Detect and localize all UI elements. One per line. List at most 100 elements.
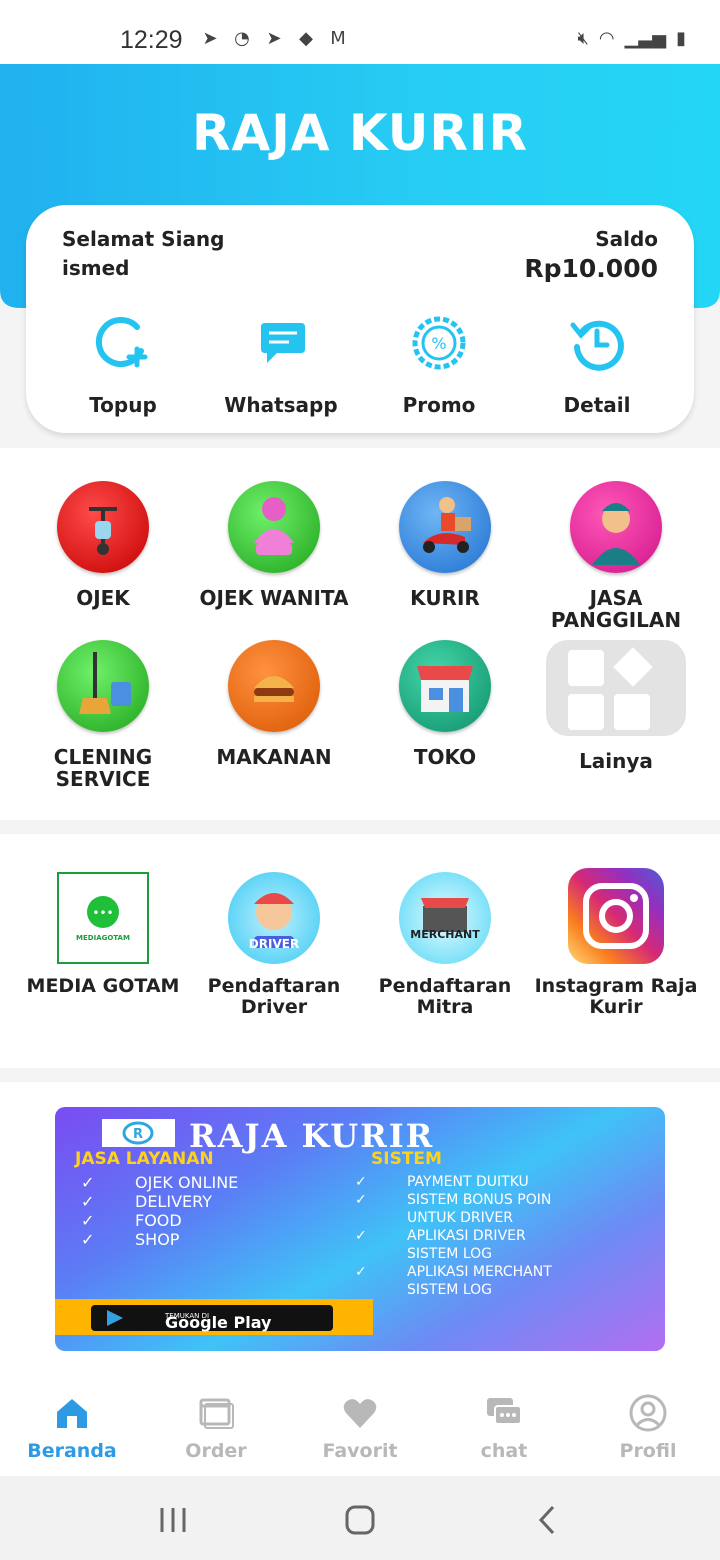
list-item: SISTEM LOG (407, 1246, 492, 1262)
service-makanan[interactable]: MAKANAN (188, 640, 360, 768)
shop-icon (399, 640, 491, 732)
whatsapp-notif-icon: ◔ (234, 28, 250, 49)
list-item: UNTUK DRIVER (407, 1210, 513, 1226)
instagram-icon (568, 868, 664, 964)
link-instagram-label: Instagram Raja Kurir (534, 975, 698, 1018)
nav-chat[interactable]: chat (432, 1378, 576, 1476)
list-item: DELIVERY (135, 1192, 212, 1211)
service-cleaning-label: CLENING SERVICE (53, 745, 153, 791)
driver-logo: DRIVER (228, 872, 320, 964)
service-ojek-wanita[interactable]: OJEK WANITA (188, 481, 360, 609)
svg-text:•••: ••• (92, 906, 113, 920)
checkmarks-right: ✓ ✓ ✓ ✓ (355, 1174, 367, 1280)
balance-block: Saldo Rp10.000 (524, 225, 658, 284)
wifi-icon: ◠ (598, 28, 615, 49)
list-item: APLIKASI DRIVER (407, 1228, 526, 1244)
list-item: OJEK ONLINE (135, 1173, 239, 1192)
system-icons: 🔇︎ ◠ ▁▃▅ ▮ (578, 28, 687, 49)
nav-order[interactable]: Order (144, 1378, 288, 1476)
list-item: FOOD (135, 1211, 182, 1230)
nav-beranda-label: Beranda (27, 1440, 117, 1462)
nav-beranda[interactable]: Beranda (0, 1378, 144, 1476)
whatsapp-label: Whatsapp (224, 393, 338, 417)
service-toko-label: TOKO (413, 745, 477, 769)
topup-icon (95, 317, 148, 368)
balance-value: Rp10.000 (524, 254, 658, 283)
link-instagram[interactable]: Instagram Raja Kurir (530, 868, 702, 1018)
checkmarks-left: ✓ ✓ ✓ ✓ (81, 1173, 95, 1249)
bottom-navigation: Beranda Order Favorit chat Profil (0, 1378, 720, 1476)
history-icon (570, 320, 624, 371)
merchant-logo-text: MERCHANT (410, 928, 480, 941)
promo-button[interactable]: % Promo (360, 313, 518, 417)
detail-button[interactable]: Detail (518, 313, 676, 417)
app-title: RAJA KURIR (192, 104, 528, 162)
store-name: Google Play (165, 1313, 272, 1332)
service-makanan-label: MAKANAN (216, 745, 332, 769)
google-play-badge[interactable]: TEMUKAN DI Google Play (91, 1305, 333, 1332)
svg-text:R: R (133, 1127, 143, 1142)
link-media-gotam-label: MEDIA GOTAM (26, 975, 180, 997)
quick-actions: Topup Whatsapp % Promo Detail (26, 313, 694, 417)
home-icon (57, 1399, 87, 1428)
service-kurir-label: KURIR (410, 586, 480, 610)
service-jasa-panggilan[interactable]: JASA PANGGILAN (530, 481, 702, 631)
link-media-gotam[interactable]: ••• MEDIAGOTAM MEDIA GOTAM (17, 872, 189, 997)
promo-icon: % (412, 316, 466, 370)
home-button-icon[interactable] (344, 1504, 376, 1536)
merchant-logo: MERCHANT (399, 872, 491, 964)
nav-favorit[interactable]: Favorit (288, 1378, 432, 1476)
promo-label: Promo (402, 393, 476, 417)
links-row: ••• MEDIAGOTAM MEDIA GOTAM DRIVER Pendaf… (0, 834, 720, 1068)
nav-chat-label: chat (480, 1440, 528, 1462)
heart-icon (343, 1399, 377, 1428)
link-pendaftaran-driver-label: Pendaftaran Driver (207, 975, 341, 1018)
greeting-text: Selamat Siang (62, 227, 225, 251)
whatsapp-button[interactable]: Whatsapp (202, 313, 360, 417)
account-card: Selamat Siang ismed Saldo Rp10.000 Topup… (26, 205, 694, 433)
worker-icon (570, 481, 662, 573)
topup-label: Topup (89, 393, 157, 417)
service-lainya[interactable]: Lainya (530, 640, 702, 772)
clock: 12:29 (120, 26, 183, 54)
more-grid-icon (546, 640, 686, 736)
list-item: SHOP (135, 1230, 180, 1249)
system-navigation-bar (0, 1476, 720, 1560)
link-pendaftaran-mitra[interactable]: MERCHANT Pendaftaran Mitra (359, 872, 531, 1018)
service-cleaning[interactable]: CLENING SERVICE (17, 640, 189, 790)
link-pendaftaran-driver[interactable]: DRIVER Pendaftaran Driver (188, 872, 360, 1018)
nav-profil-label: Profil (619, 1440, 677, 1462)
service-toko[interactable]: TOKO (359, 640, 531, 768)
services-grid: OJEK OJEK WANITA KURIR JASA PANGGILAN CL… (0, 448, 720, 820)
play-store-icon (107, 1310, 123, 1326)
list-item: SISTEM BONUS POIN (407, 1192, 552, 1208)
service-kurir[interactable]: KURIR (359, 481, 531, 609)
telegram-icon: ➤ (202, 28, 218, 49)
whatsapp-icon (261, 323, 305, 363)
link-pendaftaran-mitra-label: Pendaftaran Mitra (378, 975, 512, 1018)
service-ojek[interactable]: OJEK (17, 481, 189, 609)
topup-button[interactable]: Topup (44, 313, 202, 417)
svg-text:%: % (431, 334, 446, 353)
back-icon[interactable] (536, 1504, 558, 1536)
mediagotam-logo: ••• MEDIAGOTAM (57, 872, 149, 964)
banner-heading-services: JASA LAYANAN (75, 1149, 214, 1169)
profile-icon (629, 1394, 667, 1432)
nav-favorit-label: Favorit (322, 1440, 398, 1462)
service-lainya-label: Lainya (579, 749, 653, 773)
promo-banner-section: R RAJA KURIR JASA LAYANAN SISTEM OJEK ON… (0, 1082, 720, 1378)
promo-banner[interactable]: R RAJA KURIR JASA LAYANAN SISTEM OJEK ON… (55, 1107, 665, 1351)
female-rider-icon (228, 481, 320, 573)
balance-label: Saldo (595, 227, 658, 251)
telegram-icon: ➤ (266, 28, 282, 49)
app-notif-icon: ◆ (299, 28, 313, 49)
cleaning-icon (57, 640, 149, 732)
order-icon (199, 1398, 234, 1429)
brand-logo: R (102, 1119, 175, 1147)
notification-icons: ➤ ◔ ➤ ◆ M (198, 28, 350, 50)
mute-icon: 🔇︎ (577, 28, 589, 49)
nav-profil[interactable]: Profil (576, 1378, 720, 1476)
mediagotam-logo-text: MEDIAGOTAM (76, 934, 130, 942)
recent-apps-icon[interactable] (158, 1506, 188, 1534)
chat-icon (487, 1398, 522, 1425)
